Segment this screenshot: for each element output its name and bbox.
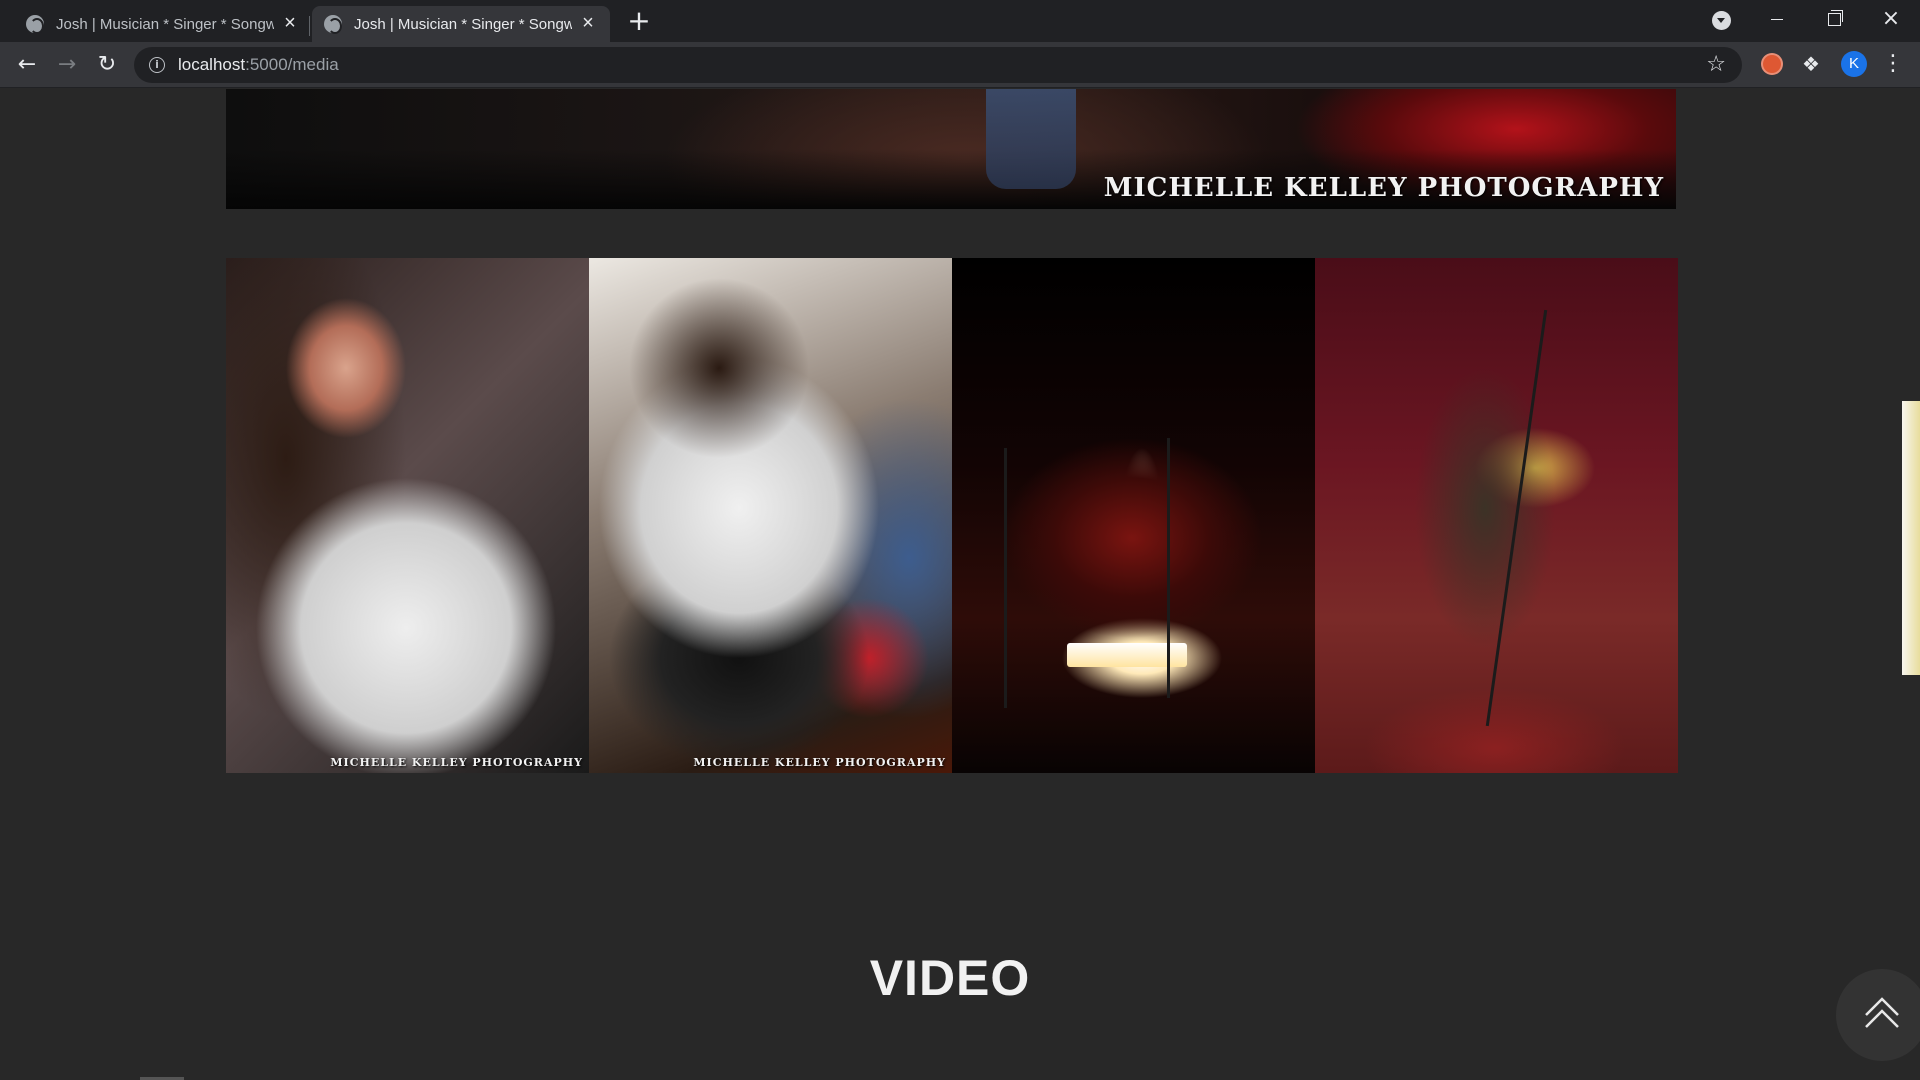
- tab-strip: Josh | Musician * Singer * Songwriter × …: [0, 0, 1920, 42]
- restore-button[interactable]: [1805, 0, 1863, 40]
- gallery-photo-guitarist[interactable]: MICHELLE KELLEY PHOTOGRAPHY: [589, 258, 952, 773]
- photo-gallery: MICHELLE KELLEY PHOTOGRAPHY MICHELLE KEL…: [226, 258, 1678, 774]
- address-bar[interactable]: i localhost:5000/media ☆: [134, 47, 1742, 83]
- banner-photo: MICHELLE KELLEY PHOTOGRAPHY: [226, 89, 1676, 209]
- photo-watermark: MICHELLE KELLEY PHOTOGRAPHY: [330, 756, 583, 769]
- photo-watermark: MICHELLE KELLEY PHOTOGRAPHY: [693, 756, 946, 769]
- browser-tab[interactable]: Josh | Musician * Singer * Songwriter ×: [14, 6, 312, 42]
- new-tab-button[interactable]: +: [624, 6, 654, 36]
- banner-figure: [986, 89, 1076, 189]
- reload-icon[interactable]: ↻: [92, 50, 122, 80]
- gallery-photo-singer[interactable]: MICHELLE KELLEY PHOTOGRAPHY: [226, 258, 589, 773]
- tab-search-icon[interactable]: [1712, 11, 1731, 30]
- tab-title: Josh | Musician * Singer * Songwriter: [56, 15, 274, 33]
- duckduckgo-extension-icon[interactable]: [1761, 53, 1783, 75]
- globe-icon: [26, 15, 44, 34]
- puzzle-icon[interactable]: ❖: [1800, 53, 1822, 75]
- info-icon[interactable]: i: [149, 57, 165, 73]
- gallery-photo-red-stage[interactable]: [1315, 258, 1678, 773]
- url-text[interactable]: localhost:5000/media: [178, 55, 339, 75]
- scrollbar-thumb[interactable]: [1902, 401, 1920, 675]
- close-icon[interactable]: ×: [578, 13, 598, 34]
- url-host: localhost: [178, 55, 246, 74]
- kebab-menu-icon[interactable]: ⋮: [1880, 50, 1906, 80]
- mic-stand: [1167, 438, 1170, 698]
- mic-stand: [1485, 309, 1548, 727]
- section-title-video: VIDEO: [869, 950, 1031, 1006]
- forward-arrow-icon[interactable]: →: [52, 50, 82, 80]
- gallery-photo-stage[interactable]: [952, 258, 1315, 773]
- tab-divider: [309, 16, 310, 36]
- tab-title: Josh | Musician * Singer * Songwriter: [354, 15, 572, 33]
- close-icon[interactable]: ×: [280, 13, 300, 34]
- browser-toolbar: ← → ↻ i localhost:5000/media ☆ ❖ K ⋮: [0, 42, 1920, 88]
- minimize-button[interactable]: [1748, 0, 1806, 40]
- url-path: :5000/media: [245, 55, 339, 74]
- double-chevron-up-icon: [1865, 997, 1899, 1028]
- back-arrow-icon[interactable]: ←: [12, 50, 42, 80]
- page-viewport: MICHELLE KELLEY PHOTOGRAPHY MICHELLE KEL…: [0, 89, 1920, 1080]
- globe-icon: [324, 15, 342, 34]
- browser-tab-active[interactable]: Josh | Musician * Singer * Songwriter ×: [312, 6, 610, 42]
- scroll-to-top-button[interactable]: [1836, 969, 1920, 1061]
- mic-stand: [1004, 448, 1007, 708]
- profile-avatar[interactable]: K: [1841, 51, 1867, 77]
- window-close-button[interactable]: ×: [1862, 0, 1920, 40]
- star-icon[interactable]: ☆: [1706, 52, 1726, 77]
- photo-watermark: MICHELLE KELLEY PHOTOGRAPHY: [1103, 173, 1664, 203]
